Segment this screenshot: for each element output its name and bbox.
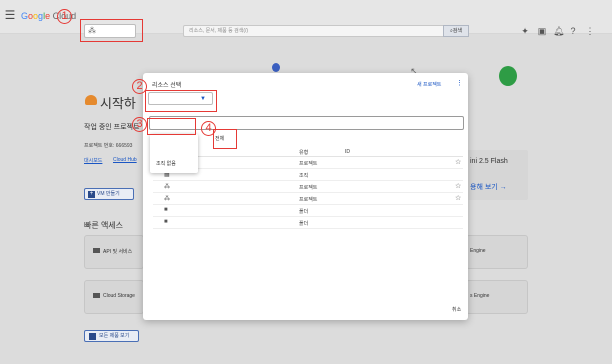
resource-row[interactable]: ⁂ 프로젝트 ☆ [153,181,463,193]
engine-card[interactable]: s Engine [466,280,528,314]
star-icon[interactable]: ☆ [455,158,461,166]
annotation-number: 2 [132,79,147,94]
project-icon: ⁂ [164,184,170,190]
quick-access-heading: 빠른 액세스 [84,221,124,230]
annotation-box [145,90,217,112]
search-button[interactable]: ⌕검색 [443,25,469,37]
star-icon[interactable]: ☆ [455,194,461,202]
terminal-icon[interactable]: ▣ [537,26,547,36]
search-input[interactable]: 리소스, 문서, 제품 등 검색(/) [183,25,469,37]
project-number: 프로젝트 번호: 666593 [84,143,133,149]
more-vert-icon[interactable]: ⋮ [456,79,463,87]
hamburger-menu-icon[interactable]: ☰ [4,9,16,21]
grid-icon [89,333,96,340]
annotation-number: 3 [132,117,147,132]
cancel-button[interactable]: 취소 [452,306,461,313]
help-icon[interactable]: ? [568,26,578,36]
organization-dropdown-menu: 조직 없음 [150,134,198,173]
new-project-link[interactable]: 새 프로젝트 [417,81,441,88]
api-icon [93,248,100,253]
gemini-sparkle-icon[interactable]: ✦ [520,26,530,36]
storage-icon [93,293,100,298]
annotation-box [147,118,196,135]
resource-row[interactable]: ⁂ 프로젝트 ☆ [153,193,463,205]
annotation-box [213,129,237,149]
api-service-card[interactable]: API 및 서비스 [84,235,144,269]
engine-card[interactable]: Engine [466,235,528,269]
more-vert-icon[interactable]: ⋮ [585,26,595,36]
decorative-shape [499,66,517,86]
gemini-card[interactable]: ini 2.5 Flash 용해 보기 → [467,150,528,200]
cloud-icon [85,95,97,105]
folder-icon: ■ [164,219,168,225]
dashboard-link[interactable]: 대시보드 [84,157,102,164]
resource-row[interactable]: ■ 폴더 [153,205,463,217]
resource-row[interactable]: ■ 폴더 [153,217,463,229]
cloud-storage-card[interactable]: Cloud Storage [84,280,144,314]
page-title: 시작하 [100,96,136,111]
resource-row[interactable]: ▬프로젝트☆ [153,157,463,169]
project-icon: ⁂ [164,196,170,202]
notifications-icon[interactable]: 🔔︎ [553,26,564,36]
resource-search-input[interactable] [149,116,464,130]
folder-icon: ■ [164,207,168,213]
create-vm-button[interactable]: + VM 만들기 [84,188,134,200]
star-icon[interactable]: ☆ [455,182,461,190]
decorative-shape [272,63,280,72]
plus-icon: + [88,191,95,198]
annotation-number: 4 [201,121,216,136]
annotation-number: 1 [57,9,72,24]
annotation-box [80,19,143,42]
no-organization-option[interactable]: 조직 없음 [156,160,176,167]
column-id: ID [345,149,350,155]
all-products-button[interactable]: 모든 제품 보기 [84,330,139,342]
resource-row[interactable]: ▦ 조직 [153,169,463,181]
dialog-title: 리소스 선택 [152,83,182,89]
cloud-hub-link[interactable]: Cloud Hub [113,157,137,163]
column-type: 유형 [299,150,309,156]
